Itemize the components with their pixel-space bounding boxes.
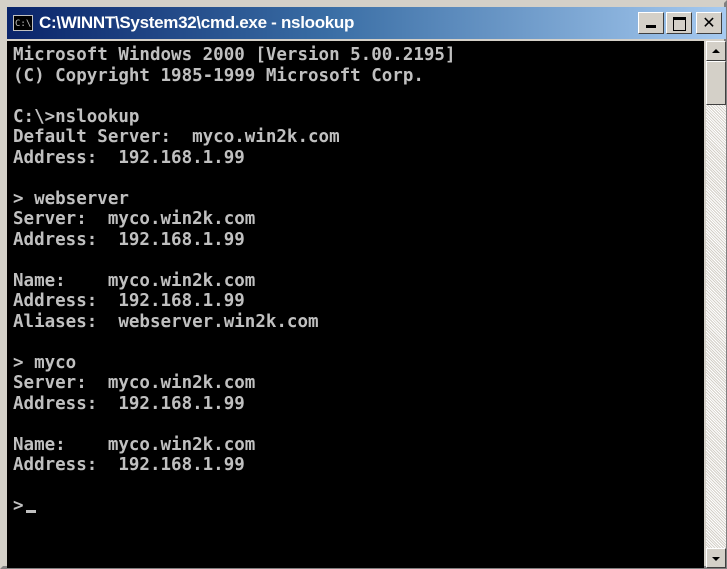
console-line: Address: 192.168.1.99 — [13, 455, 245, 475]
title-bar[interactable]: C:\ C:\WINNT\System32\cmd.exe - nslookup… — [7, 7, 726, 39]
console-text: Microsoft Windows 2000 [Version 5.00.219… — [13, 45, 704, 517]
close-button[interactable]: ✕ — [696, 12, 722, 34]
maximize-button[interactable] — [666, 12, 692, 34]
close-icon: ✕ — [702, 13, 716, 32]
scroll-down-button[interactable] — [706, 548, 726, 568]
console-line: Name: myco.win2k.com — [13, 434, 256, 455]
console-line: > webserver — [13, 188, 129, 209]
console-line: C:\>nslookup — [13, 106, 140, 127]
console-line: Address: 192.168.1.99 — [13, 291, 245, 311]
console-line: Default Server: myco.win2k.com — [13, 127, 340, 147]
console-line: Aliases: webserver.win2k.com — [13, 311, 319, 332]
text-cursor — [25, 510, 36, 513]
console-line: Server: myco.win2k.com — [13, 209, 256, 229]
scroll-up-button[interactable] — [706, 41, 726, 61]
console-line: Name: myco.win2k.com — [13, 270, 256, 291]
console-window: C:\ C:\WINNT\System32\cmd.exe - nslookup… — [0, 0, 727, 569]
scroll-thumb[interactable] — [706, 61, 726, 105]
cmd-app-icon[interactable]: C:\ — [13, 15, 33, 31]
console-line: Address: 192.168.1.99 — [13, 147, 245, 168]
window-title: C:\WINNT\System32\cmd.exe - nslookup — [39, 13, 355, 32]
console-output-area[interactable]: Microsoft Windows 2000 [Version 5.00.219… — [7, 41, 704, 568]
caption-buttons: ✕ — [638, 12, 722, 34]
minimize-button[interactable] — [638, 12, 664, 34]
vertical-scrollbar[interactable] — [706, 41, 726, 568]
console-line: Microsoft Windows 2000 [Version 5.00.219… — [13, 45, 456, 65]
console-line: Address: 192.168.1.99 — [13, 393, 245, 414]
console-line: Server: myco.win2k.com — [13, 373, 256, 393]
console-line: > — [13, 496, 704, 517]
console-line: (C) Copyright 1985-1999 Microsoft Corp. — [13, 65, 424, 86]
console-line: > myco — [13, 352, 77, 373]
console-line: Address: 192.168.1.99 — [13, 229, 245, 250]
